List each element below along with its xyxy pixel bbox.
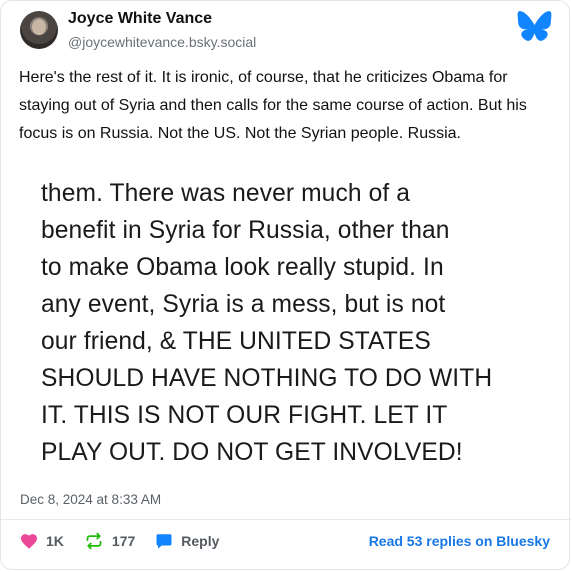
reply-label: Reply: [181, 533, 220, 549]
read-replies-link[interactable]: Read 53 replies on Bluesky: [369, 533, 550, 549]
like-button[interactable]: 1K: [20, 533, 64, 549]
quote-line: PLAY OUT. DO NOT GET INVOLVED!: [41, 439, 463, 466]
quote-line: IT. THIS IS NOT OUR FIGHT. LET IT: [41, 402, 448, 429]
bluesky-butterfly-icon[interactable]: [517, 10, 552, 42]
post-card: Joyce White Vance @joycewhitevance.bsky.…: [0, 0, 571, 570]
author-name[interactable]: Joyce White Vance: [68, 10, 212, 28]
repost-count: 177: [111, 533, 136, 549]
action-bar: 1K 177 Reply: [20, 529, 239, 553]
quote-line: any event, Syria is a mess, but is not: [41, 291, 446, 318]
post-timestamp[interactable]: Dec 8, 2024 at 8:33 AM: [20, 492, 161, 507]
divider: [1, 519, 571, 520]
reply-button[interactable]: Reply: [155, 532, 219, 550]
quote-line: our friend, & THE UNITED STATES: [41, 328, 431, 355]
avatar[interactable]: [20, 11, 58, 49]
post-text: Here's the rest of it. It is ironic, of …: [19, 69, 527, 142]
quote-line: SHOULD HAVE NOTHING TO DO WITH: [41, 365, 493, 392]
repost-button[interactable]: 177: [84, 532, 135, 550]
embedded-text-image[interactable]: them. There was never much of a benefit …: [41, 175, 541, 471]
like-count: 1K: [46, 533, 64, 549]
reply-bubble-icon: [156, 534, 172, 549]
quote-line: them. There was never much of a: [41, 180, 410, 207]
quote-line: benefit in Syria for Russia, other than: [41, 217, 450, 244]
repost-icon: [86, 532, 102, 550]
quote-line: to make Obama look really stupid. In: [41, 254, 444, 281]
author-handle[interactable]: @joycewhitevance.bsky.social: [68, 34, 256, 50]
heart-icon: [21, 534, 37, 549]
